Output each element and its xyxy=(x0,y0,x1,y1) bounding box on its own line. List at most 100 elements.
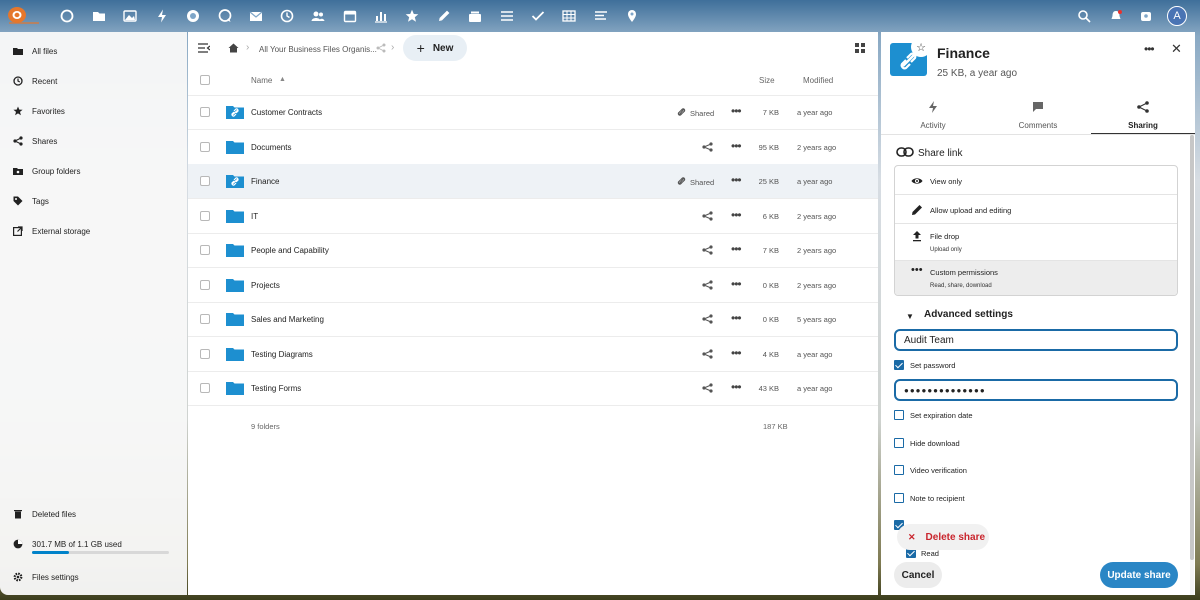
row-actions-icon[interactable]: ••• xyxy=(731,277,742,291)
table-row[interactable]: IT ••• 6 KB 2 years ago xyxy=(188,199,878,234)
link-icon[interactable] xyxy=(676,176,687,186)
permission-view-only[interactable]: View only xyxy=(895,166,1177,195)
row-actions-icon[interactable]: ••• xyxy=(731,380,742,394)
table-row[interactable]: Documents ••• 95 KB 2 years ago xyxy=(188,130,878,165)
file-name[interactable]: Customer Contracts xyxy=(251,108,322,117)
deck-icon[interactable] xyxy=(468,9,482,23)
table-row[interactable]: People and Capability ••• 7 KB 2 years ago xyxy=(188,233,878,268)
contacts-icon[interactable] xyxy=(311,9,325,23)
hide-download-checkbox[interactable] xyxy=(894,438,904,448)
share-icon[interactable] xyxy=(702,383,713,393)
tab-sharing[interactable]: Sharing xyxy=(1091,97,1195,135)
column-size[interactable]: Size xyxy=(759,76,775,85)
expiration-checkbox[interactable] xyxy=(894,410,904,420)
row-actions-icon[interactable]: ••• xyxy=(731,208,742,222)
table-row[interactable]: Finance Shared ••• 25 KB a year ago xyxy=(188,164,878,199)
talk-icon[interactable] xyxy=(186,9,200,23)
photos-icon[interactable] xyxy=(123,9,137,23)
nav-item-files-settings[interactable]: Files settings xyxy=(0,565,187,589)
share-icon[interactable] xyxy=(702,245,713,255)
table-row[interactable]: Sales and Marketing ••• 0 KB 5 years ago xyxy=(188,302,878,337)
row-actions-icon[interactable]: ••• xyxy=(731,346,742,360)
delete-share-button[interactable]: ✕ Delete share xyxy=(897,524,989,550)
file-name[interactable]: People and Capability xyxy=(251,246,329,255)
notes-icon[interactable] xyxy=(437,9,451,23)
set-password-checkbox[interactable] xyxy=(894,360,904,370)
nextcloud-cloud-logo[interactable] xyxy=(6,4,42,26)
row-checkbox[interactable] xyxy=(200,141,210,152)
favorite-star-icon[interactable]: ☆ xyxy=(911,37,931,57)
mail-icon[interactable] xyxy=(249,9,263,23)
star-icon[interactable] xyxy=(405,9,419,23)
link-icon[interactable] xyxy=(676,107,687,117)
notifications-icon[interactable] xyxy=(1109,9,1123,23)
share-icon[interactable] xyxy=(702,279,713,290)
file-name[interactable]: IT xyxy=(251,212,258,221)
permission-custom[interactable]: ••• Custom permissions Read, share, down… xyxy=(895,261,1177,295)
tab-activity[interactable]: Activity xyxy=(881,97,985,135)
advanced-settings-toggle[interactable]: Advanced settings xyxy=(924,309,1013,320)
row-actions-icon[interactable]: ••• xyxy=(731,173,742,187)
analytics-icon[interactable] xyxy=(374,9,388,23)
column-name[interactable]: Name xyxy=(251,76,272,85)
tasks-icon[interactable] xyxy=(531,9,545,23)
tab-comments[interactable]: Comments xyxy=(986,97,1090,135)
update-share-button[interactable]: Update share xyxy=(1100,562,1178,588)
files-icon[interactable] xyxy=(92,9,106,23)
chat-icon[interactable] xyxy=(218,9,232,23)
note-checkbox[interactable] xyxy=(894,493,904,503)
shared-label[interactable]: Shared xyxy=(690,109,714,118)
maps-icon[interactable] xyxy=(625,9,639,23)
nav-item-group-folders[interactable]: Group folders xyxy=(0,159,187,183)
shared-label[interactable]: Shared xyxy=(690,178,714,187)
nav-item-tags[interactable]: Tags xyxy=(0,189,187,213)
file-name[interactable]: Documents xyxy=(251,143,291,152)
sidebar-more-icon[interactable]: ••• xyxy=(1144,42,1155,56)
table-row[interactable]: Testing Diagrams ••• 4 KB a year ago xyxy=(188,337,878,372)
nav-item-deleted-files[interactable]: Deleted files xyxy=(0,502,187,526)
row-actions-icon[interactable]: ••• xyxy=(731,139,742,153)
table-row[interactable]: Projects ••• 0 KB 2 years ago xyxy=(188,268,878,303)
cancel-button[interactable]: Cancel xyxy=(894,562,942,588)
row-checkbox[interactable] xyxy=(200,348,210,359)
grid-view-icon[interactable] xyxy=(855,43,865,53)
toggle-navigation-icon[interactable] xyxy=(198,43,211,53)
home-icon[interactable] xyxy=(228,43,239,53)
row-checkbox[interactable] xyxy=(200,314,210,324)
file-name[interactable]: Sales and Marketing xyxy=(251,315,324,324)
breadcrumb[interactable]: All Your Business Files Organis... xyxy=(259,45,377,54)
table-row[interactable]: Testing Forms ••• 43 KB a year ago xyxy=(188,371,878,406)
share-label-input[interactable]: Audit Team xyxy=(894,329,1178,351)
dashboard-icon[interactable] xyxy=(60,9,74,23)
scrollbar-thumb[interactable] xyxy=(1190,135,1194,560)
table-row[interactable]: Customer Contracts Shared ••• 7 KB a year ag… xyxy=(188,95,878,130)
select-all-checkbox[interactable] xyxy=(200,75,210,85)
row-actions-icon[interactable]: ••• xyxy=(731,311,742,325)
share-icon[interactable] xyxy=(702,314,713,324)
calendar-icon[interactable] xyxy=(343,9,357,23)
file-name[interactable]: Testing Diagrams xyxy=(251,350,313,359)
clock-icon[interactable] xyxy=(280,9,294,23)
row-checkbox[interactable] xyxy=(200,107,210,117)
permission-allow-upload-editing[interactable]: Allow upload and editing xyxy=(895,195,1177,224)
file-name[interactable]: Projects xyxy=(251,281,280,290)
row-checkbox[interactable] xyxy=(200,176,210,186)
file-name[interactable]: Finance xyxy=(251,177,279,186)
avatar[interactable]: A xyxy=(1167,6,1187,26)
share-icon[interactable] xyxy=(702,210,713,221)
password-input[interactable]: ●●●●●●●●●●●●●● xyxy=(894,379,1178,401)
nav-item-all-files[interactable]: All files xyxy=(0,39,187,63)
share-icon[interactable] xyxy=(702,348,713,359)
file-name[interactable]: Testing Forms xyxy=(251,384,301,393)
video-verification-checkbox[interactable] xyxy=(894,465,904,475)
search-icon[interactable] xyxy=(1077,9,1091,23)
permission-file-drop[interactable]: File drop Upload only xyxy=(895,224,1177,261)
new-button[interactable]: + New xyxy=(403,35,467,61)
row-checkbox[interactable] xyxy=(200,279,210,290)
share-icon[interactable] xyxy=(702,141,713,152)
nav-item-shares[interactable]: Shares xyxy=(0,129,187,153)
nav-item-favorites[interactable]: Favorites xyxy=(0,99,187,123)
close-icon[interactable]: ✕ xyxy=(1171,41,1182,57)
row-checkbox[interactable] xyxy=(200,383,210,393)
activity-icon[interactable] xyxy=(155,9,169,23)
